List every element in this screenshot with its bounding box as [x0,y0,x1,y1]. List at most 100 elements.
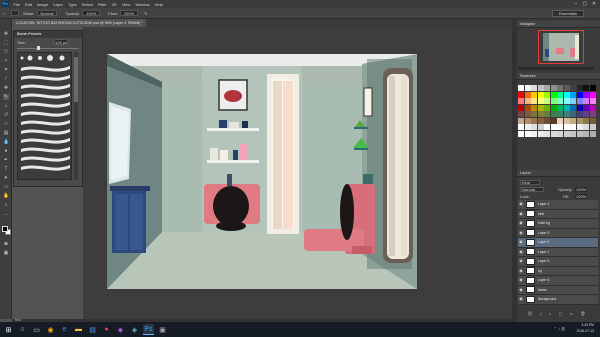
color-swatch[interactable] [557,104,563,111]
mode-select[interactable]: Normal [36,10,58,16]
color-swatch[interactable] [557,91,563,98]
move-tool-icon[interactable]: ✥ [3,31,9,37]
color-swatch[interactable] [570,104,576,111]
visibility-eye-icon[interactable]: ◉ [518,277,524,283]
layer-actions-bar[interactable]: ⛓ ƒ ◐ ▢ ▭ 🗑 [518,311,598,317]
layer-row[interactable]: ◉ frame [518,285,598,295]
menu-layer[interactable]: Layer [50,2,65,7]
navigator-zoom-slider[interactable] [518,67,594,70]
search-icon[interactable]: ○ [17,324,28,335]
color-swatch[interactable] [570,98,576,104]
color-swatch[interactable] [524,98,531,104]
quick-select-tool-icon[interactable]: ✧ [3,58,9,64]
menu-type[interactable]: Type [66,2,80,7]
hand-tool-icon[interactable]: ✋ [3,193,9,199]
color-swatch[interactable] [576,111,583,117]
foreground-color-swatch[interactable] [2,226,8,232]
color-swatch[interactable] [589,117,596,124]
color-swatch[interactable] [550,91,557,98]
color-swatch[interactable] [589,98,596,104]
color-swatch[interactable] [570,117,576,124]
color-swatch[interactable] [576,85,583,91]
menu-edit[interactable]: Edit [22,2,34,7]
menu-3d[interactable]: 3D [109,2,119,7]
stamp-tool-icon[interactable]: ⊥ [3,103,9,109]
color-swatch[interactable] [563,117,570,124]
color-swatch[interactable] [544,104,550,111]
brush-tool-icon[interactable]: ✎ [3,94,9,100]
color-swatch[interactable] [544,98,550,104]
brush-size-slider[interactable] [17,48,79,49]
color-swatch[interactable] [589,130,596,137]
history-brush-tool-icon[interactable]: ↺ [3,112,9,118]
navigator-thumbnail[interactable] [538,30,584,64]
color-swatch[interactable] [570,130,576,137]
color-swatch[interactable] [518,124,524,130]
visibility-eye-icon[interactable]: ◉ [518,211,524,217]
layer-row[interactable]: ◉ Layer 3 [518,228,598,238]
swatches-panel-title[interactable]: Swatches [517,73,600,80]
color-swatch[interactable] [583,130,589,137]
layer-row[interactable]: ◉ Layer 1 [518,247,598,257]
layer-row[interactable]: ◉ Layer 4 [518,200,598,210]
color-swatch[interactable] [544,85,550,91]
document-tab[interactable]: LOCATION: TATTOO BATHROOM CUTSCENE.psd @… [12,19,147,27]
color-swatch[interactable] [583,98,589,104]
color-swatch[interactable] [563,85,570,91]
color-swatch[interactable] [557,98,563,104]
eraser-tool-icon[interactable]: ▱ [3,121,9,127]
flow-field[interactable]: 100% [119,10,139,16]
menu-select[interactable]: Select [79,2,95,7]
color-swatch[interactable] [550,117,557,124]
menu-view[interactable]: View [119,2,133,7]
color-swatch[interactable] [537,104,544,111]
layer-opacity-field[interactable]: 100% [575,187,588,192]
color-swatch[interactable] [544,111,550,117]
color-swatch[interactable] [570,85,576,91]
color-swatch[interactable] [518,85,524,91]
maximize-icon[interactable]: ▢ [581,0,589,8]
color-swatch[interactable] [531,111,537,117]
layer-row[interactable]: ◉ Layer 2 [518,238,598,248]
color-swatch[interactable] [524,85,531,91]
color-swatch[interactable] [589,91,596,98]
brush-list-scrollbar[interactable] [74,52,78,180]
color-swatch[interactable] [550,130,557,137]
color-swatch[interactable] [589,111,596,117]
shape-tool-icon[interactable]: ▭ [3,184,9,190]
crop-tool-icon[interactable]: ⌗ [3,67,9,73]
color-swatch[interactable] [537,111,544,117]
layer-row[interactable]: ◉ sink [518,209,598,219]
visibility-eye-icon[interactable]: ◉ [518,249,524,255]
edge-icon[interactable]: e [59,324,70,335]
app-icon[interactable]: ◆ [115,324,126,335]
color-swatch[interactable] [563,98,570,104]
menu-window[interactable]: Window [133,2,152,7]
color-swatch[interactable] [518,130,524,137]
brush-preset-picker[interactable] [11,10,20,16]
color-swatch[interactable] [589,85,596,91]
color-swatch[interactable] [544,117,550,124]
color-swatch[interactable] [583,117,589,124]
visibility-eye-icon[interactable]: ◉ [518,258,524,264]
brush-size-field[interactable]: 125 px [54,39,68,45]
color-swatch[interactable] [524,91,531,98]
close-icon[interactable]: ✕ [590,0,598,8]
app-icon[interactable]: ● [101,324,112,335]
color-swatch[interactable] [531,85,537,91]
color-swatch[interactable] [563,130,570,137]
color-swatch[interactable] [537,130,544,137]
color-swatch[interactable] [583,111,589,117]
color-swatch[interactable] [524,117,531,124]
navigator-view-box[interactable] [538,30,584,64]
color-swatch[interactable] [576,91,583,98]
brush-preset-list[interactable] [17,52,72,180]
color-swatch[interactable] [524,130,531,137]
color-swatch[interactable] [589,104,596,111]
color-swatch[interactable] [576,104,583,111]
eyedropper-tool-icon[interactable]: ⁄ [3,76,9,82]
color-swatch[interactable] [563,111,570,117]
type-tool-icon[interactable]: T [3,166,9,172]
color-swatch[interactable] [544,124,550,130]
layer-kind-filter[interactable]: Kind [520,180,540,185]
